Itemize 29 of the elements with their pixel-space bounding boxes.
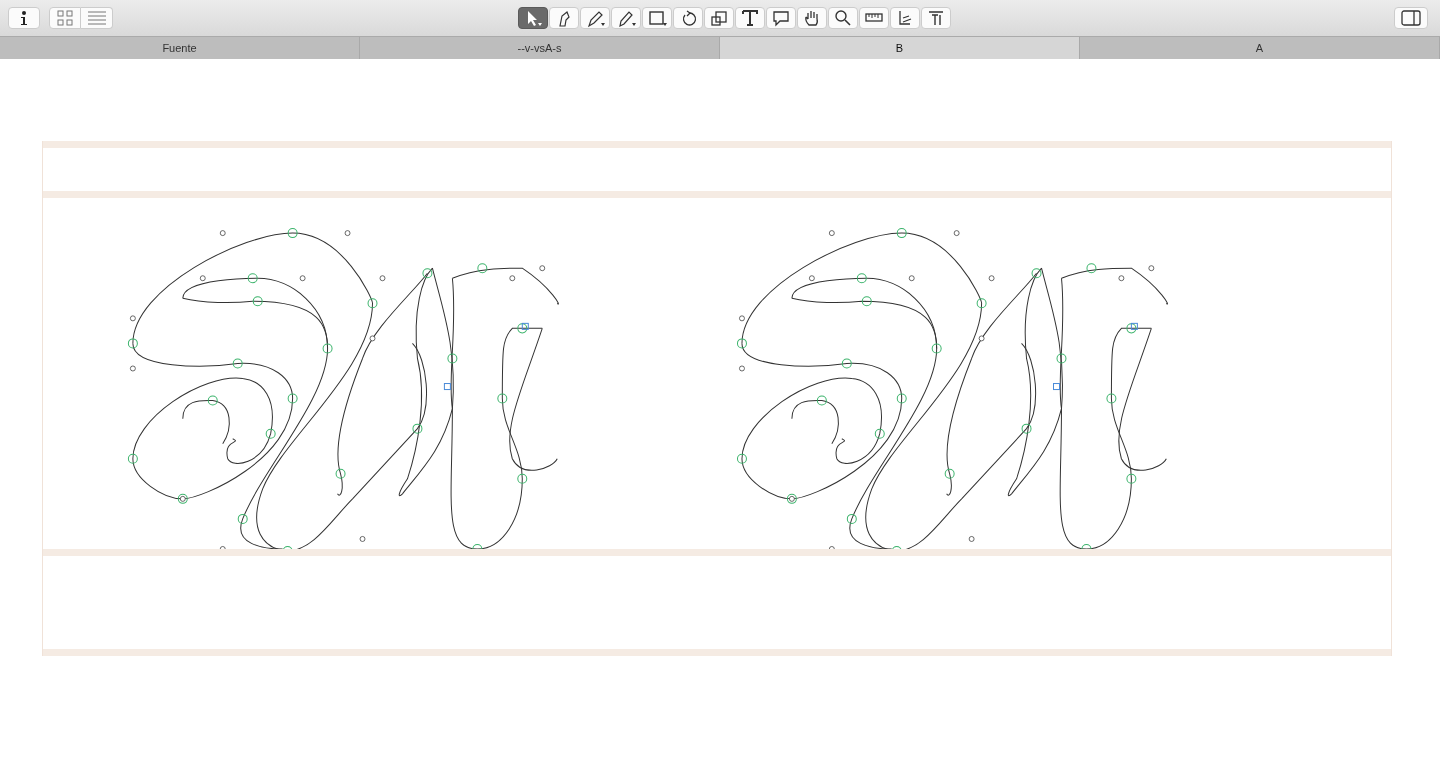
document-tab[interactable]: A <box>1080 37 1440 59</box>
scale-tool-button[interactable] <box>704 7 734 29</box>
letter-t-icon <box>740 8 760 28</box>
select-tool-button[interactable] <box>518 7 548 29</box>
type-tool-button[interactable] <box>921 7 951 29</box>
search-icon <box>833 8 853 28</box>
scale-icon <box>709 8 729 28</box>
pen-tool-button[interactable] <box>580 7 610 29</box>
text-tool-button[interactable] <box>735 7 765 29</box>
zoom-tool-button[interactable] <box>828 7 858 29</box>
stem-tool-button[interactable] <box>890 7 920 29</box>
rectangle-icon <box>647 8 667 28</box>
text-size-icon <box>926 8 946 28</box>
rotate-tool-button[interactable] <box>673 7 703 29</box>
grid-icon <box>57 10 73 26</box>
pencil-tool-button[interactable] <box>611 7 641 29</box>
info-button[interactable] <box>8 7 40 29</box>
comment-tool-button[interactable] <box>766 7 796 29</box>
speech-bubble-icon <box>771 8 791 28</box>
document-tab[interactable]: B <box>720 37 1080 59</box>
hand-tool-button[interactable] <box>797 7 827 29</box>
list-icon <box>87 11 106 25</box>
nib-tool-button[interactable] <box>549 7 579 29</box>
sidebar-toggle-button[interactable] <box>1394 7 1428 29</box>
grid-view-button[interactable] <box>49 7 81 29</box>
document-tab[interactable]: Fuente <box>0 37 360 59</box>
rectangle-tool-button[interactable] <box>642 7 672 29</box>
sidebar-icon <box>1401 10 1421 26</box>
ruler-tool-button[interactable] <box>859 7 889 29</box>
